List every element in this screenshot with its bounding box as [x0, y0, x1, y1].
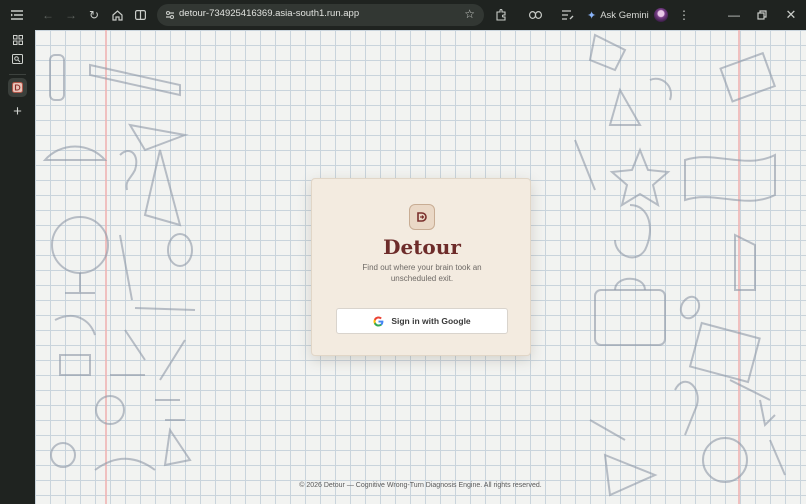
new-tab-icon[interactable]: + — [8, 102, 27, 121]
gemini-icon: ✦ — [587, 9, 597, 22]
back-icon[interactable]: ← — [37, 4, 59, 26]
more-menu-icon[interactable]: ⋮ — [673, 4, 695, 26]
browser-toolbar: ← → ↻ detour-734925416369.asia-south1.ru… — [0, 0, 806, 30]
sign-in-card: Detour Find out where your brain took an… — [311, 178, 531, 356]
home-icon[interactable] — [106, 4, 128, 26]
extensions-icon[interactable] — [490, 4, 512, 26]
restore-icon[interactable] — [751, 4, 773, 26]
detour-logo-icon — [409, 204, 435, 230]
menu-icon[interactable] — [6, 4, 28, 26]
google-icon — [373, 316, 384, 326]
footer-copyright: © 2026 Detour — Cognitive Wrong-Turn Dia… — [299, 482, 542, 489]
reload-icon[interactable]: ↻ — [83, 4, 105, 26]
search-tabs-icon[interactable] — [8, 49, 27, 68]
address-bar[interactable]: detour-734925416369.asia-south1.run.app … — [157, 4, 484, 26]
page-content: Detour Find out where your brain took an… — [35, 30, 806, 504]
reading-list-icon[interactable] — [557, 4, 579, 26]
google-sign-in-label: Sign in with Google — [391, 316, 471, 326]
url-text[interactable]: detour-734925416369.asia-south1.run.app — [179, 8, 359, 19]
profile-avatar[interactable] — [654, 8, 668, 22]
vertical-tabs-sidebar: + — [0, 30, 35, 504]
split-view-icon[interactable] — [129, 4, 151, 26]
minimize-icon[interactable]: — — [723, 4, 745, 26]
forward-icon[interactable]: → — [60, 4, 82, 26]
app-tagline: Find out where your brain took an unsche… — [362, 263, 482, 283]
google-sign-in-button[interactable]: Sign in with Google — [336, 308, 508, 334]
detour-tab-icon[interactable] — [8, 78, 27, 97]
tab-grid-icon[interactable] — [8, 30, 27, 49]
sidebar-divider — [9, 74, 26, 75]
close-icon[interactable]: ✕ — [780, 4, 802, 26]
site-info-icon[interactable] — [164, 9, 176, 21]
ask-gemini-button[interactable]: ✦ Ask Gemini — [587, 6, 649, 24]
star-icon[interactable]: ☆ — [464, 7, 475, 21]
link-icon[interactable] — [524, 4, 546, 26]
gemini-label: Ask Gemini — [600, 9, 649, 21]
app-title: Detour — [383, 235, 461, 259]
